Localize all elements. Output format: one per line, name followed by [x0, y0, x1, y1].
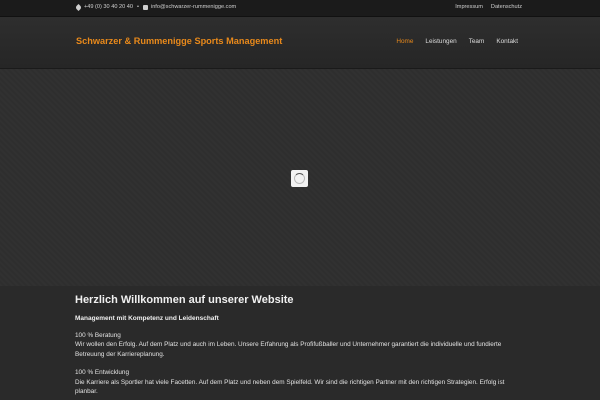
- section-heading: 100 % Beratung: [75, 332, 121, 339]
- nav-item-kontakt[interactable]: Kontakt: [496, 38, 518, 45]
- main-nav: Home Leistungen Team Kontakt: [396, 38, 518, 45]
- section-heading: 100 % Entwicklung: [75, 369, 129, 377]
- spinner-icon: [294, 173, 305, 184]
- welcome-section: Herzlich Willkommen auf unserer Website …: [0, 286, 600, 400]
- loading-spinner: [291, 170, 308, 187]
- impressum-link[interactable]: Impressum: [455, 4, 483, 10]
- datenschutz-link[interactable]: Datenschutz: [491, 4, 522, 10]
- section-entwicklung: 100 % Entwicklung Die Karriere als Sport…: [75, 368, 525, 396]
- section-text: Wir wollen den Erfolg. Auf dem Platz und…: [75, 341, 502, 358]
- phone-icon: [74, 3, 83, 11]
- nav-item-leistungen[interactable]: Leistungen: [425, 38, 456, 45]
- nav-item-team[interactable]: Team: [469, 38, 485, 45]
- legal-links: Impressum Datenschutz: [455, 4, 522, 10]
- welcome-title: Herzlich Willkommen auf unserer Website: [75, 294, 294, 306]
- section-text: Die Karriere als Sportler hat viele Face…: [75, 378, 505, 396]
- email-link[interactable]: info@schwarzer-rummenigge.com: [151, 4, 236, 10]
- top-bar: +49 (0) 30 40 20 40 • info@schwarzer-rum…: [0, 0, 600, 17]
- separator: •: [136, 4, 139, 10]
- nav-item-home[interactable]: Home: [396, 38, 413, 45]
- envelope-icon: [142, 4, 148, 10]
- section-beratung: 100 % Beratung Wir wollen den Erfolg. Au…: [75, 331, 525, 359]
- brand-logo-text[interactable]: Schwarzer & Rummenigge Sports Management: [76, 36, 282, 46]
- phone-number[interactable]: +49 (0) 30 40 20 40: [84, 4, 133, 10]
- site-header: Schwarzer & Rummenigge Sports Management…: [0, 17, 600, 69]
- welcome-subtitle: Management mit Kompetenz und Leidenschaf…: [75, 315, 219, 322]
- contact-info: +49 (0) 30 40 20 40 • info@schwarzer-rum…: [74, 3, 236, 11]
